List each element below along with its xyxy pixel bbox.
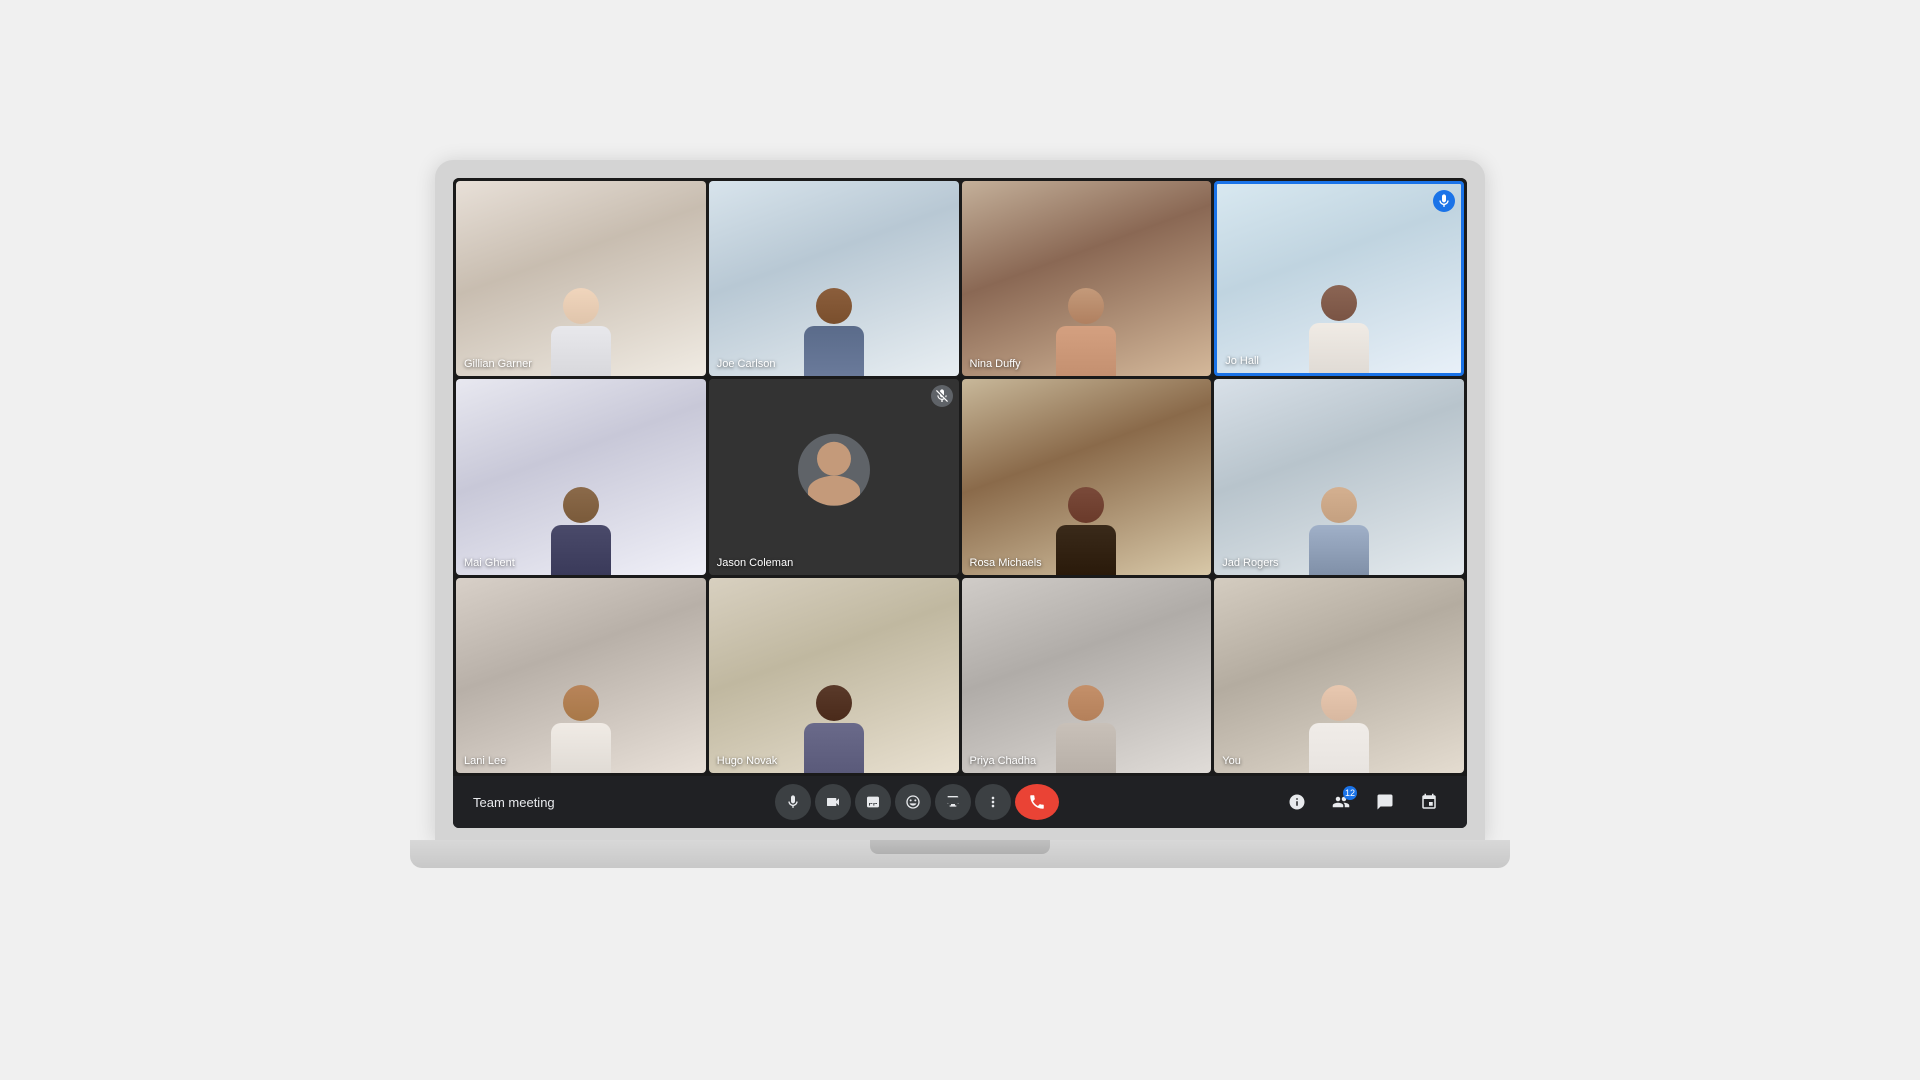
participant-name-rosa: Rosa Michaels: [970, 557, 1042, 569]
participant-tile-nina[interactable]: Nina Duffy: [962, 181, 1212, 376]
camera-button[interactable]: [815, 784, 851, 820]
participant-tile-gillian[interactable]: Gillian Garner: [456, 181, 706, 376]
more-options-button[interactable]: [975, 784, 1011, 820]
screen: Gillian Garner Joe Carlson: [453, 178, 1467, 828]
participant-tile-lani[interactable]: Lani Lee: [456, 578, 706, 773]
participant-name-joe: Joe Carlson: [717, 358, 776, 370]
screen-bezel: Gillian Garner Joe Carlson: [435, 160, 1485, 840]
people-badge: 12: [1343, 786, 1357, 800]
participant-tile-rosa[interactable]: Rosa Michaels: [962, 379, 1212, 574]
participant-tile-priya[interactable]: Priya Chadha: [962, 578, 1212, 773]
participant-tile-mai[interactable]: Mai Ghent: [456, 379, 706, 574]
reactions-button[interactable]: [895, 784, 931, 820]
people-button[interactable]: 12: [1323, 784, 1359, 820]
video-grid: Gillian Garner Joe Carlson: [453, 178, 1467, 776]
mic-button[interactable]: [775, 784, 811, 820]
meeting-title: Team meeting: [473, 795, 555, 810]
captions-button[interactable]: [855, 784, 891, 820]
info-button[interactable]: [1279, 784, 1315, 820]
laptop-mockup: Gillian Garner Joe Carlson: [410, 160, 1510, 920]
participant-name-mai: Mai Ghent: [464, 557, 515, 569]
participant-name-you: You: [1222, 755, 1241, 767]
controls-right: 12: [1279, 784, 1447, 820]
participant-name-nina: Nina Duffy: [970, 358, 1021, 370]
participant-name-gillian: Gillian Garner: [464, 358, 532, 370]
controls-center: [775, 784, 1059, 820]
participant-name-jo: Jo Hall: [1225, 355, 1259, 367]
participant-tile-you[interactable]: You: [1214, 578, 1464, 773]
mute-indicator-jason: [931, 385, 953, 407]
present-button[interactable]: [935, 784, 971, 820]
chat-button[interactable]: [1367, 784, 1403, 820]
laptop-notch: [870, 840, 1050, 854]
laptop-base: [410, 840, 1510, 868]
activities-button[interactable]: [1411, 784, 1447, 820]
participant-name-jason: Jason Coleman: [717, 557, 793, 569]
participant-tile-jad[interactable]: Jad Rogers: [1214, 379, 1464, 574]
bottom-bar: Team meeting: [453, 776, 1467, 828]
participant-tile-hugo[interactable]: Hugo Novak: [709, 578, 959, 773]
participant-name-jad: Jad Rogers: [1222, 557, 1278, 569]
participant-tile-joe[interactable]: Joe Carlson: [709, 181, 959, 376]
participant-tile-jason[interactable]: Jason Coleman: [709, 379, 959, 574]
participant-name-lani: Lani Lee: [464, 755, 506, 767]
participant-name-hugo: Hugo Novak: [717, 755, 778, 767]
participant-name-priya: Priya Chadha: [970, 755, 1037, 767]
participant-tile-jo[interactable]: Jo Hall: [1214, 181, 1464, 376]
end-call-button[interactable]: [1015, 784, 1059, 820]
active-mic-indicator: [1433, 190, 1455, 212]
